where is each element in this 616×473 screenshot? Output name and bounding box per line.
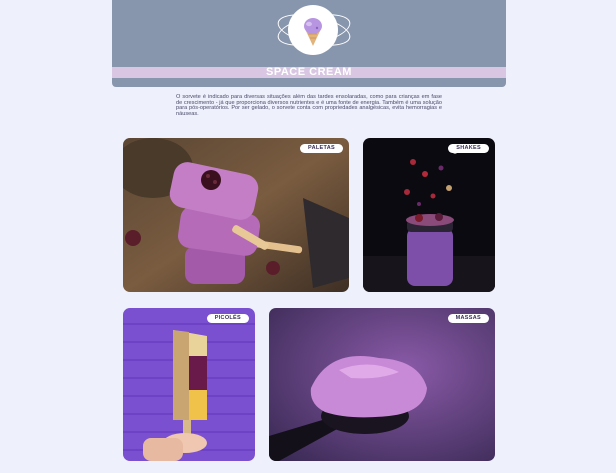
ice-cream-planet-icon xyxy=(304,18,322,46)
card-massas[interactable]: MASSAS xyxy=(269,308,495,461)
card-picoles[interactable]: PICOLÉS xyxy=(123,308,255,461)
shakes-photo xyxy=(363,138,495,292)
card-tag: PALETAS xyxy=(300,144,343,153)
site-header: SPACE CREAM xyxy=(112,0,506,87)
picoles-photo xyxy=(123,308,255,461)
card-tag: MASSAS xyxy=(447,314,489,323)
card-paletas[interactable]: PALETAS xyxy=(123,138,349,292)
card-tag: PICOLÉS xyxy=(206,314,249,323)
card-shakes[interactable]: SHAKES xyxy=(363,138,495,292)
massas-photo xyxy=(269,308,495,461)
logo[interactable] xyxy=(274,2,354,58)
site-title: SPACE CREAM xyxy=(266,66,352,78)
card-tag: SHAKES xyxy=(448,144,489,153)
paletas-photo xyxy=(123,138,349,292)
intro-text: O sorvete é indicado para diversas situa… xyxy=(176,94,442,117)
